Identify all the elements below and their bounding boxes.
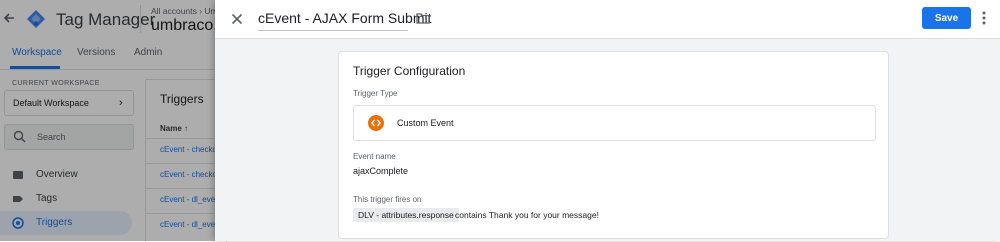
condition-expression: contains Thank you for your message! [455, 210, 599, 220]
folder-icon[interactable] [416, 11, 430, 25]
trigger-type-selector[interactable]: Custom Event [353, 105, 876, 141]
condition-variable-chip: DLV - attributes.response [353, 208, 459, 222]
more-options-icon[interactable] [977, 9, 991, 27]
close-icon[interactable] [229, 11, 245, 27]
trigger-name-field[interactable]: cEvent - AJAX Form Submit [258, 8, 432, 31]
event-name-label: Event name [353, 152, 396, 161]
trigger-type-value: Custom Event [397, 118, 454, 128]
trigger-editor-panel: cEvent - AJAX Form Submit Save Trigger C… [215, 0, 1000, 241]
event-name-value: ajaxComplete [353, 166, 409, 176]
save-button[interactable]: Save [922, 7, 971, 29]
trigger-configuration-card[interactable]: Trigger Configuration Trigger Type Custo… [338, 51, 889, 239]
fires-on-label: This trigger fires on [353, 195, 422, 204]
card-title: Trigger Configuration [353, 64, 466, 78]
custom-event-icon [368, 115, 384, 131]
editor-header: cEvent - AJAX Form Submit Save [215, 0, 1000, 39]
trigger-name: cEvent - AJAX Form Submit [258, 10, 432, 26]
trigger-type-label: Trigger Type [353, 89, 398, 98]
